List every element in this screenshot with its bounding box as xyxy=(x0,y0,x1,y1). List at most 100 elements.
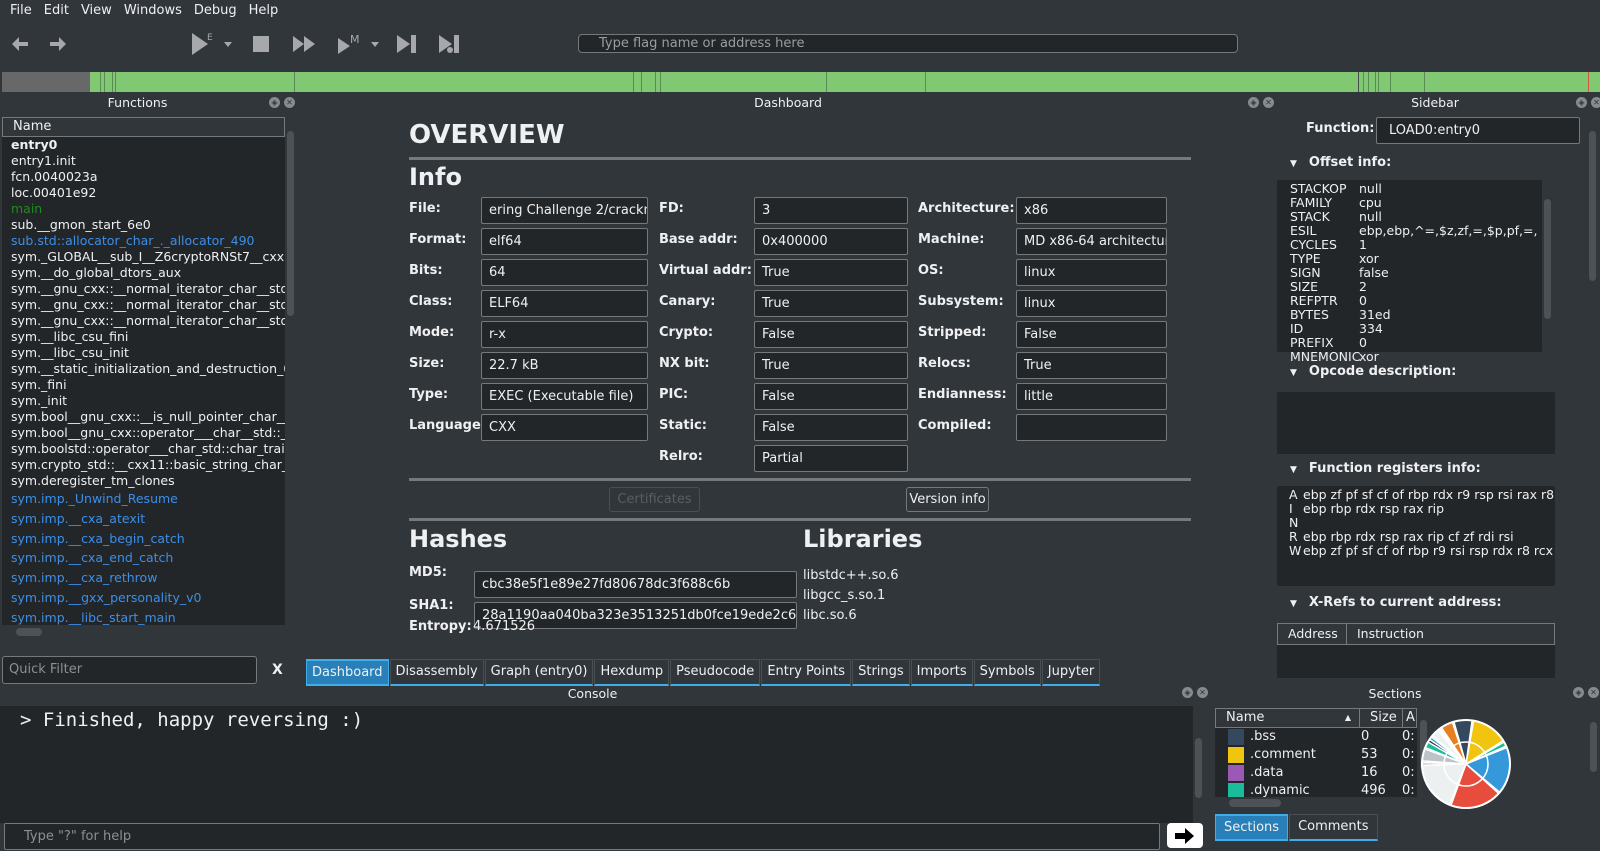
tab-imports[interactable]: Imports xyxy=(910,659,973,686)
start-debug-icon[interactable]: E xyxy=(190,31,216,57)
functions-vertical-scrollbar[interactable] xyxy=(285,117,297,632)
address-overview-bar[interactable] xyxy=(2,72,1600,92)
function-item[interactable]: sub.std::allocator_char_._allocator_490 xyxy=(2,233,285,249)
sidebar-scrollbar[interactable] xyxy=(1587,117,1599,684)
continue-until-main-icon[interactable]: M xyxy=(336,31,364,57)
dropdown-arrow-icon[interactable] xyxy=(223,31,233,57)
menu-file[interactable]: File xyxy=(4,3,38,18)
function-field[interactable]: LOAD0:entry0 xyxy=(1376,117,1580,144)
close-icon[interactable]: ✕ xyxy=(1591,97,1600,108)
function-item[interactable]: sym.imp.__cxa_atexit xyxy=(2,509,285,529)
tab-graph-entry0[interactable]: Graph (entry0) xyxy=(484,659,594,686)
continue-icon[interactable] xyxy=(292,31,316,57)
stop-icon[interactable] xyxy=(252,31,270,57)
info-field[interactable]: True xyxy=(754,259,908,286)
info-field[interactable]: True xyxy=(1016,352,1167,379)
info-field[interactable]: False xyxy=(754,321,908,348)
menu-debug[interactable]: Debug xyxy=(188,3,243,18)
info-field[interactable]: x86 xyxy=(1016,197,1167,224)
info-field[interactable]: EXEC (Executable file) xyxy=(481,383,648,410)
function-item[interactable]: entry1.init xyxy=(2,153,285,169)
version-info-button[interactable]: Version info xyxy=(906,487,989,512)
offset-info-header[interactable]: ▼ Offset info: xyxy=(1290,155,1391,170)
md5-field[interactable]: cbc38e5f1e89e27fd80678dc3f688c6b xyxy=(474,571,797,598)
info-field[interactable]: 3 xyxy=(754,197,908,224)
function-item[interactable]: sym.imp.__gxx_personality_v0 xyxy=(2,588,285,608)
function-item[interactable]: sym.boolstd::operator___char_std::char_t… xyxy=(2,441,285,457)
info-field[interactable]: False xyxy=(754,414,908,441)
tab-comments[interactable]: Comments xyxy=(1289,814,1378,841)
certificates-button[interactable]: Certificates xyxy=(609,487,700,512)
function-item[interactable]: sym.__do_global_dtors_aux xyxy=(2,265,285,281)
info-field[interactable]: Partial xyxy=(754,445,908,472)
tab-strings[interactable]: Strings xyxy=(852,659,910,686)
info-field[interactable]: False xyxy=(1016,321,1167,348)
info-field[interactable] xyxy=(1016,414,1167,441)
info-field[interactable]: ering Challenge 2/crackme xyxy=(481,197,648,224)
back-icon[interactable] xyxy=(10,31,30,57)
info-field[interactable]: linux xyxy=(1016,259,1167,286)
column-header-size[interactable]: Size xyxy=(1360,709,1403,727)
flag-address-search-input[interactable]: Type flag name or address here xyxy=(578,34,1238,53)
column-header-name[interactable]: Name xyxy=(2,117,285,137)
function-registers-header[interactable]: ▼ Function registers info: xyxy=(1290,461,1481,476)
function-item[interactable]: sym.__gnu_cxx::__normal_iterator_char__s… xyxy=(2,313,285,329)
tab-dashboard[interactable]: Dashboard xyxy=(306,659,389,686)
function-item[interactable]: sym.deregister_tm_clones xyxy=(2,473,285,489)
opcode-description-header[interactable]: ▼ Opcode description: xyxy=(1290,364,1456,379)
info-field[interactable]: 22.7 kB xyxy=(481,352,648,379)
info-field[interactable]: CXX xyxy=(481,414,648,441)
section-row[interactable]: .bss 0 0: xyxy=(1215,728,1417,746)
tab-jupyter[interactable]: Jupyter xyxy=(1041,659,1101,686)
functions-horizontal-scrollbar[interactable] xyxy=(2,625,285,639)
float-icon[interactable]: ◈ xyxy=(1576,97,1587,108)
menu-view[interactable]: View xyxy=(75,3,118,18)
float-icon[interactable]: ◈ xyxy=(1248,97,1259,108)
tab-symbols[interactable]: Symbols xyxy=(973,659,1041,686)
section-row[interactable]: .dynamic 496 0: xyxy=(1215,782,1417,797)
info-field[interactable]: linux xyxy=(1016,290,1167,317)
tab-disassembly[interactable]: Disassembly xyxy=(389,659,484,686)
sections-horizontal-scrollbar[interactable] xyxy=(1215,797,1418,809)
quick-filter-input[interactable]: Quick Filter xyxy=(2,656,257,684)
function-item[interactable]: sym.imp.__cxa_rethrow xyxy=(2,568,285,588)
function-item[interactable]: sym.__static_initialization_and_destruct… xyxy=(2,361,285,377)
function-item[interactable]: sym.imp.__cxa_begin_catch xyxy=(2,529,285,549)
forward-icon[interactable] xyxy=(48,31,68,57)
info-field[interactable]: 0x400000 xyxy=(754,228,908,255)
function-item[interactable]: sym.imp.__cxa_end_catch xyxy=(2,548,285,568)
step-icon[interactable] xyxy=(396,31,418,57)
clear-filter-button[interactable]: X xyxy=(272,662,283,678)
tab-sections[interactable]: Sections xyxy=(1215,814,1289,841)
close-icon[interactable]: ✕ xyxy=(1588,687,1599,698)
sections-scrollbar[interactable] xyxy=(1588,708,1600,801)
function-item[interactable]: sub.__gmon_start_6e0 xyxy=(2,217,285,233)
column-header-address[interactable]: A xyxy=(1403,709,1415,727)
float-icon[interactable]: ◈ xyxy=(269,97,280,108)
xrefs-column-address[interactable]: Address xyxy=(1278,624,1347,644)
function-item[interactable]: sym._init xyxy=(2,393,285,409)
tab-hexdump[interactable]: Hexdump xyxy=(594,659,670,686)
info-field[interactable]: r-x xyxy=(481,321,648,348)
function-item[interactable]: sym.crypto_std::__cxx11::basic_string_ch… xyxy=(2,457,285,473)
menu-help[interactable]: Help xyxy=(243,3,285,18)
console-command-input[interactable]: Type "?" for help xyxy=(4,823,1160,850)
menu-edit[interactable]: Edit xyxy=(38,3,75,18)
menu-windows[interactable]: Windows xyxy=(118,3,188,18)
function-item[interactable]: sym._fini xyxy=(2,377,285,393)
tab-entry-points[interactable]: Entry Points xyxy=(761,659,852,686)
section-row[interactable]: .comment 53 0: xyxy=(1215,746,1417,764)
offset-info-scrollbar[interactable] xyxy=(1542,187,1554,347)
function-item[interactable]: main xyxy=(2,201,285,217)
info-field[interactable]: MD x86-64 architecture xyxy=(1016,228,1167,255)
info-field[interactable]: ELF64 xyxy=(481,290,648,317)
info-field[interactable]: False xyxy=(754,383,908,410)
info-field[interactable]: elf64 xyxy=(481,228,648,255)
xrefs-header[interactable]: ▼ X-Refs to current address: xyxy=(1290,595,1502,610)
info-field[interactable]: 64 xyxy=(481,259,648,286)
dropdown-arrow-icon[interactable] xyxy=(370,31,380,57)
info-field[interactable]: True xyxy=(754,352,908,379)
column-header-name[interactable]: Name ▲ xyxy=(1216,709,1360,727)
info-field[interactable]: little xyxy=(1016,383,1167,410)
step-over-icon[interactable] xyxy=(438,31,462,57)
